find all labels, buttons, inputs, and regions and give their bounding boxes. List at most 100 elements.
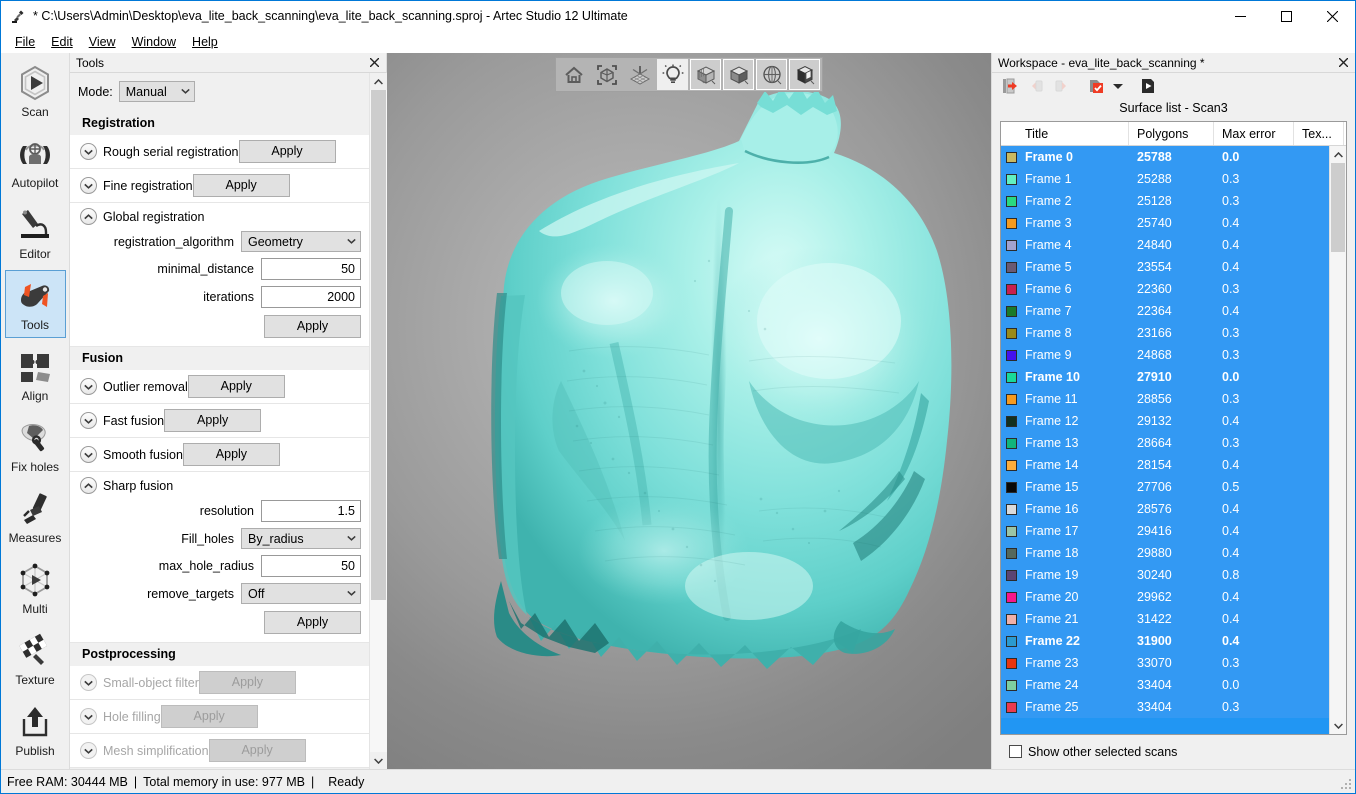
chevron-down-icon[interactable]: [80, 742, 97, 759]
back-scan-3d-mesh[interactable]: [409, 81, 969, 741]
apply-button-fine-registration[interactable]: Apply: [192, 174, 290, 197]
frame-color-swatch[interactable]: [1006, 195, 1017, 207]
frame-color-swatch[interactable]: [1006, 173, 1017, 185]
import-scan-icon[interactable]: [998, 75, 1022, 97]
sidebar-item-measures[interactable]: Measures: [5, 483, 66, 551]
table-scroll-track[interactable]: [1330, 163, 1346, 717]
maximize-button[interactable]: [1263, 1, 1309, 31]
frame-color-swatch[interactable]: [1006, 239, 1017, 251]
table-vertical-scrollbar[interactable]: [1329, 146, 1346, 734]
table-row[interactable]: Frame 14 28154 0.4: [1001, 454, 1329, 476]
frame-color-swatch[interactable]: [1006, 679, 1017, 691]
frame-color-swatch[interactable]: [1006, 437, 1017, 449]
chevron-down-icon[interactable]: [80, 378, 97, 395]
scroll-down-arrow-icon[interactable]: [369, 752, 387, 769]
apply-button-outlier-removal[interactable]: Apply: [187, 375, 285, 398]
chevron-up-icon[interactable]: [80, 208, 97, 225]
chevron-down-icon[interactable]: [80, 446, 97, 463]
table-row[interactable]: Frame 20 29962 0.4: [1001, 586, 1329, 608]
wireframe-sphere-icon[interactable]: [756, 59, 787, 90]
select-all-checkbox-icon[interactable]: [1084, 75, 1108, 97]
play-icon[interactable]: [1136, 75, 1160, 97]
frame-color-swatch[interactable]: [1006, 371, 1017, 383]
table-row[interactable]: Frame 12 29132 0.4: [1001, 410, 1329, 432]
show-other-selected-scans-checkbox[interactable]: [1009, 745, 1022, 758]
apply-button-global-registration[interactable]: Apply: [264, 315, 361, 338]
sidebar-item-texture[interactable]: Texture: [5, 625, 66, 693]
frame-color-swatch[interactable]: [1006, 261, 1017, 273]
chevron-down-icon[interactable]: [80, 412, 97, 429]
frame-color-swatch[interactable]: [1006, 459, 1017, 471]
fit-to-view-icon[interactable]: [591, 59, 622, 90]
table-scroll-thumb[interactable]: [1331, 163, 1345, 252]
table-row[interactable]: Frame 13 28664 0.3: [1001, 432, 1329, 454]
table-row[interactable]: Frame 10 27910 0.0: [1001, 366, 1329, 388]
tools-panel-close-icon[interactable]: [366, 55, 382, 71]
frame-color-swatch[interactable]: [1006, 569, 1017, 581]
table-row[interactable]: Frame 6 22360 0.3: [1001, 278, 1329, 300]
frame-color-swatch[interactable]: [1006, 657, 1017, 669]
menu-edit[interactable]: Edit: [43, 33, 81, 51]
sidebar-item-fix-holes[interactable]: Fix holes: [5, 412, 66, 480]
apply-button-sharp-fusion[interactable]: Apply: [264, 611, 361, 634]
apply-button-hole-filling[interactable]: Apply: [160, 705, 258, 728]
menu-file[interactable]: File: [7, 33, 43, 51]
table-row[interactable]: Frame 17 29416 0.4: [1001, 520, 1329, 542]
frame-color-swatch[interactable]: [1006, 525, 1017, 537]
table-row[interactable]: Frame 7 22364 0.4: [1001, 300, 1329, 322]
menu-window[interactable]: Window: [124, 33, 184, 51]
column-header-tex-[interactable]: Tex...: [1294, 122, 1344, 145]
sidebar-item-autopilot[interactable]: Autopilot: [5, 128, 66, 196]
table-row[interactable]: Frame 22 31900 0.4: [1001, 630, 1329, 652]
minimal-distance-input[interactable]: 50: [261, 258, 361, 280]
chevron-down-icon[interactable]: [80, 708, 97, 725]
scroll-up-arrow-icon[interactable]: [369, 73, 387, 90]
dropdown-arrow-icon[interactable]: [1110, 75, 1126, 97]
grid-icon[interactable]: [624, 59, 655, 90]
table-row[interactable]: Frame 5 23554 0.4: [1001, 256, 1329, 278]
light-bulb-icon[interactable]: [657, 59, 688, 90]
textured-cube-icon[interactable]: [690, 59, 721, 90]
table-row[interactable]: Frame 0 25788 0.0: [1001, 146, 1329, 168]
frame-color-swatch[interactable]: [1006, 349, 1017, 361]
frame-color-swatch[interactable]: [1006, 415, 1017, 427]
table-row[interactable]: Frame 15 27706 0.5: [1001, 476, 1329, 498]
apply-button-mesh-simplification[interactable]: Apply: [208, 739, 306, 762]
iterations-input[interactable]: 2000: [261, 286, 361, 308]
frame-color-swatch[interactable]: [1006, 393, 1017, 405]
table-row[interactable]: Frame 1 25288 0.3: [1001, 168, 1329, 190]
frame-color-swatch[interactable]: [1006, 217, 1017, 229]
solid-cube-icon[interactable]: [789, 59, 820, 90]
close-button[interactable]: [1309, 1, 1355, 31]
shaded-cube-icon[interactable]: [723, 59, 754, 90]
frame-color-swatch[interactable]: [1006, 305, 1017, 317]
max-hole-radius-input[interactable]: 50: [261, 555, 361, 577]
table-row[interactable]: Frame 18 29880 0.4: [1001, 542, 1329, 564]
resolution-input[interactable]: 1.5: [261, 500, 361, 522]
chevron-down-icon[interactable]: [80, 674, 97, 691]
frame-color-swatch[interactable]: [1006, 283, 1017, 295]
menu-help[interactable]: Help: [184, 33, 226, 51]
column-header-polygons[interactable]: Polygons: [1129, 122, 1214, 145]
chevron-up-icon[interactable]: [80, 477, 97, 494]
table-row[interactable]: Frame 2 25128 0.3: [1001, 190, 1329, 212]
table-scroll-down-arrow-icon[interactable]: [1330, 717, 1346, 734]
next-scan-icon[interactable]: [1050, 75, 1074, 97]
frame-color-swatch[interactable]: [1006, 503, 1017, 515]
frame-color-swatch[interactable]: [1006, 613, 1017, 625]
3d-viewport[interactable]: [387, 53, 991, 769]
sidebar-item-scan[interactable]: Scan: [5, 57, 66, 125]
table-row[interactable]: Frame 25 33404 0.3: [1001, 696, 1329, 718]
table-row[interactable]: Frame 9 24868 0.3: [1001, 344, 1329, 366]
remove-targets-select[interactable]: Off: [241, 583, 361, 604]
previous-scan-icon[interactable]: [1024, 75, 1048, 97]
frame-color-swatch[interactable]: [1006, 591, 1017, 603]
sidebar-item-editor[interactable]: Editor: [5, 199, 66, 267]
menu-view[interactable]: View: [81, 33, 124, 51]
frame-color-swatch[interactable]: [1006, 547, 1017, 559]
frame-color-swatch[interactable]: [1006, 327, 1017, 339]
3d-model-container[interactable]: [387, 53, 991, 769]
apply-button-rough-serial-registration[interactable]: Apply: [238, 140, 336, 163]
table-row[interactable]: Frame 8 23166 0.3: [1001, 322, 1329, 344]
table-row[interactable]: Frame 3 25740 0.4: [1001, 212, 1329, 234]
